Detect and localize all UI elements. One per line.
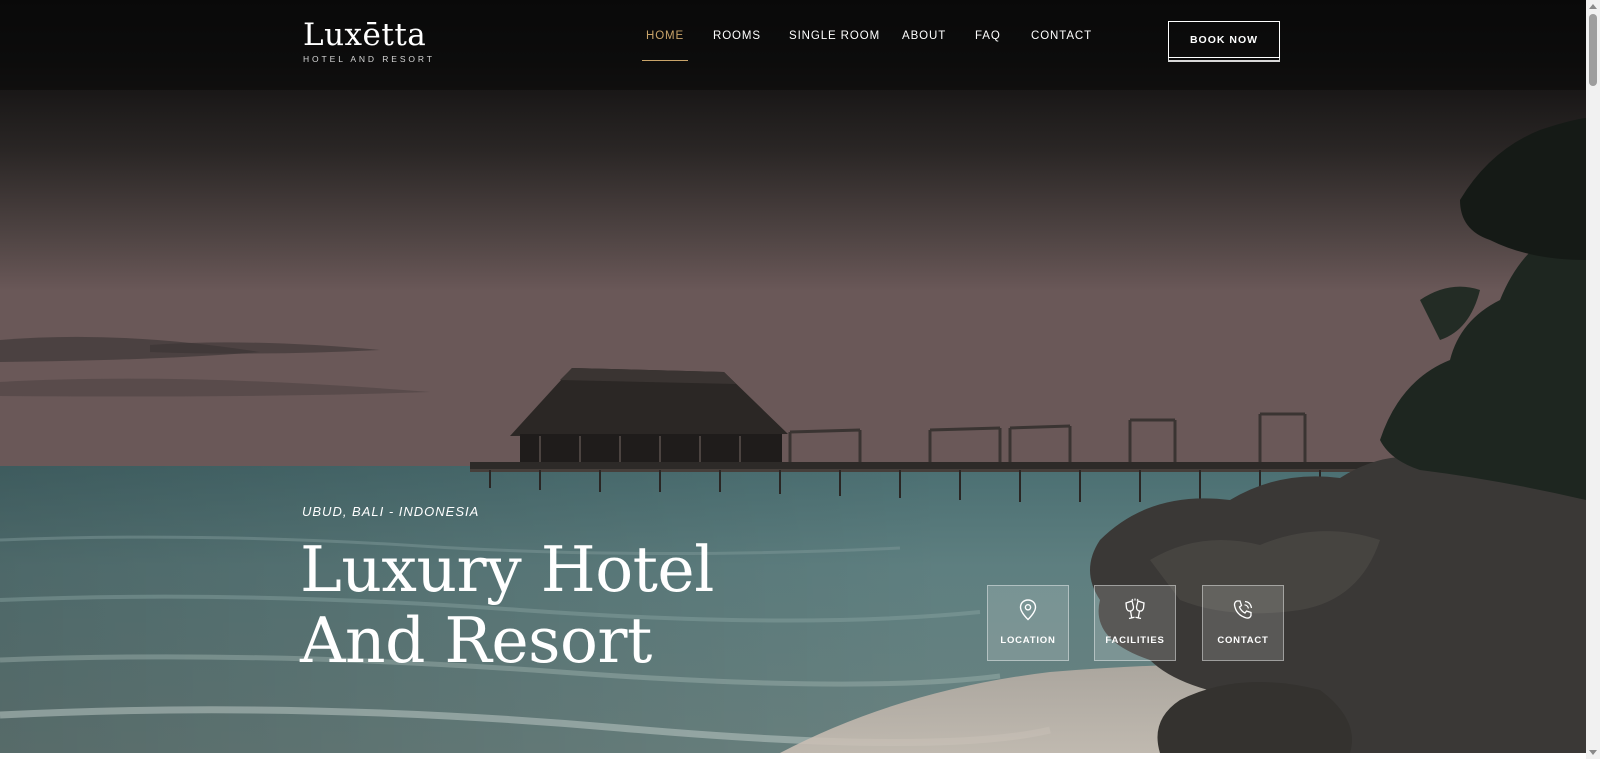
cheers-glasses-icon <box>1095 598 1175 622</box>
contact-card-label: CONTACT <box>1217 635 1269 646</box>
hero-title: Luxury Hotel And Resort <box>300 534 820 676</box>
facilities-card[interactable]: FACILITIES <box>1094 585 1176 661</box>
nav-item-contact[interactable]: CONTACT <box>1031 30 1092 62</box>
hero-title-line-1: Luxury Hotel <box>300 533 714 606</box>
nav-item-about[interactable]: ABOUT <box>902 30 946 62</box>
scroll-up-arrow-icon[interactable] <box>1589 4 1597 9</box>
book-now-button[interactable]: BOOK NOW <box>1168 21 1280 58</box>
brand-tagline: HOTEL AND RESORT <box>303 54 435 64</box>
nav-item-faq[interactable]: FAQ <box>975 30 1001 62</box>
facilities-card-label: FACILITIES <box>1105 635 1165 646</box>
site-header: Luxētta HOTEL AND RESORT HOME ROOMS SING… <box>0 0 1586 82</box>
hero-title-line-2: And Resort <box>300 604 652 677</box>
nav-item-home[interactable]: HOME <box>641 30 689 62</box>
location-card-label: LOCATION <box>1000 635 1056 646</box>
hero-location: UBUD, BALI - INDONESIA <box>302 504 480 519</box>
scroll-down-arrow-icon[interactable] <box>1589 750 1597 755</box>
vertical-scrollbar[interactable] <box>1586 0 1600 759</box>
brand-logo[interactable]: Luxētta HOTEL AND RESORT <box>303 18 435 64</box>
location-card[interactable]: LOCATION <box>987 585 1069 661</box>
scrollbar-thumb[interactable] <box>1589 14 1597 86</box>
nav-item-rooms[interactable]: ROOMS <box>713 30 761 62</box>
page-bottom-edge <box>0 753 1586 759</box>
nav-item-single-room[interactable]: SINGLE ROOM <box>789 30 880 62</box>
phone-call-icon <box>1203 598 1283 622</box>
contact-card[interactable]: CONTACT <box>1202 585 1284 661</box>
brand-name: Luxētta <box>303 17 427 53</box>
map-pin-icon <box>988 598 1068 622</box>
page-viewport: Luxētta HOTEL AND RESORT HOME ROOMS SING… <box>0 0 1586 753</box>
